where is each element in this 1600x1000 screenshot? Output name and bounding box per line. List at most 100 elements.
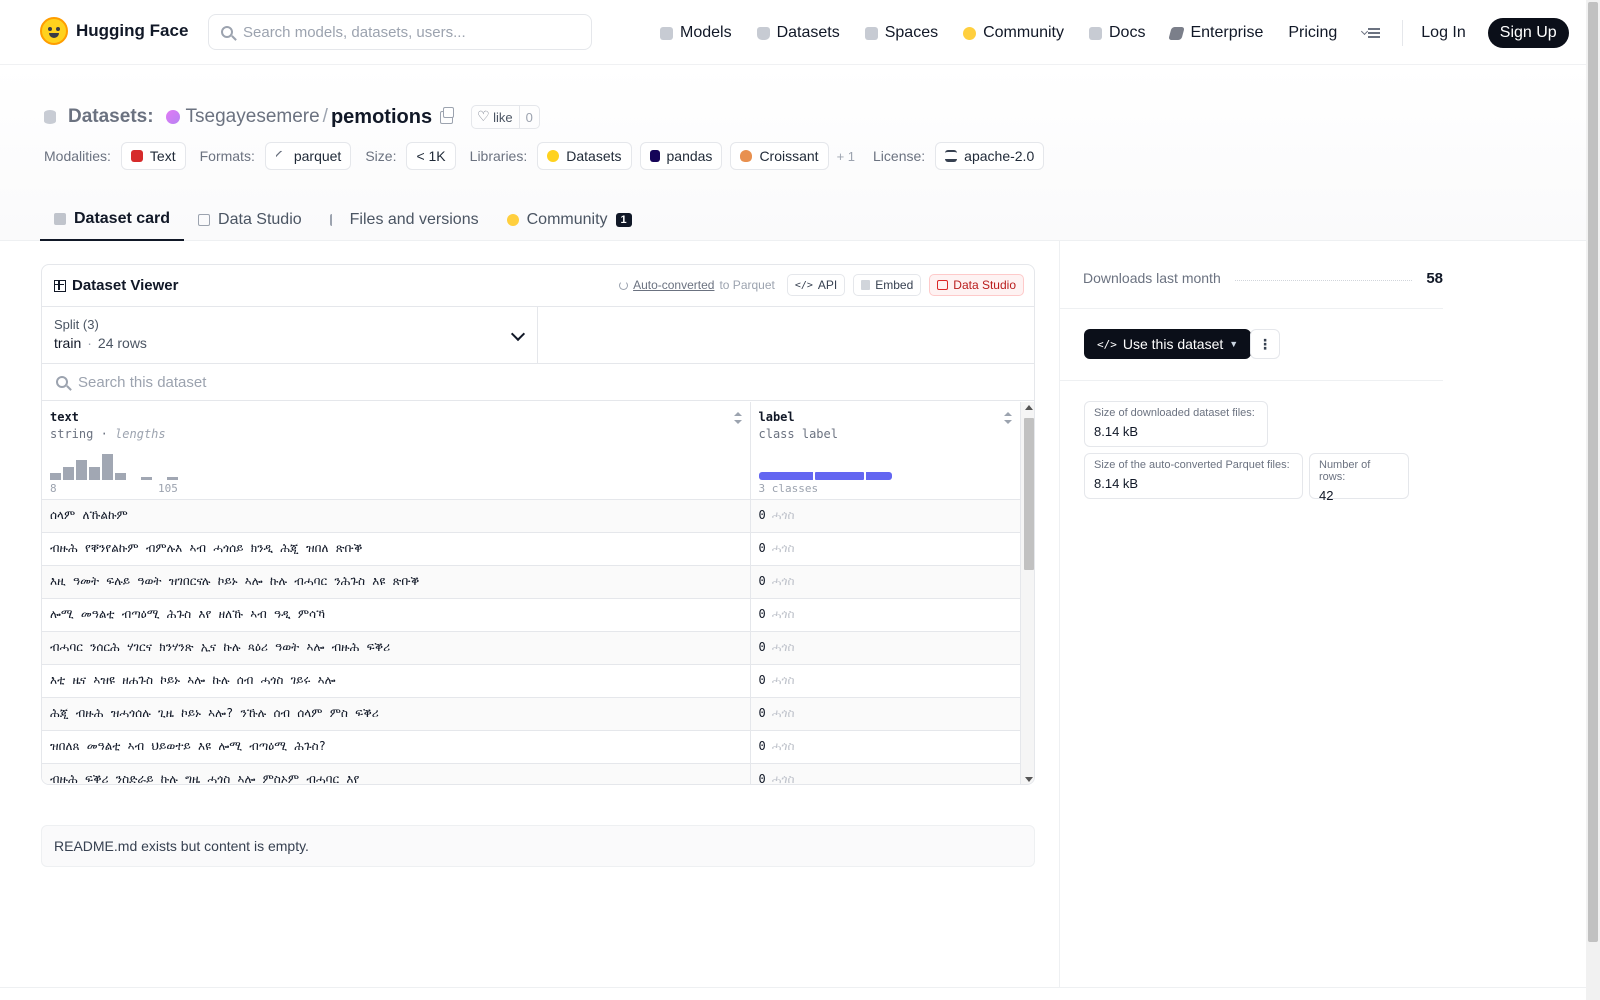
histogram-bar[interactable] [102, 454, 113, 480]
cell-label[interactable]: 0 ሓጎስ [750, 697, 1020, 731]
tab-community[interactable]: Community 1 [493, 198, 646, 241]
tag-text[interactable]: Text [120, 142, 186, 170]
histogram-bar[interactable] [167, 477, 178, 480]
copy-icon[interactable] [440, 106, 455, 124]
dataset-search[interactable] [42, 364, 1034, 401]
nav-community[interactable]: Community [963, 19, 1064, 47]
column-header-text[interactable]: text string · lengths 8 105 [42, 402, 751, 500]
scrollbar-thumb[interactable] [1024, 418, 1034, 570]
tab-dataset-card[interactable]: Dataset card [40, 198, 185, 241]
cell-label[interactable]: 0 ሓጎስ [750, 631, 1020, 665]
community-count-badge: 1 [615, 212, 632, 227]
nav-docs[interactable]: Docs [1089, 19, 1145, 47]
histogram-bar[interactable] [76, 460, 87, 480]
downloads-sparkline [1234, 279, 1413, 281]
cell-label[interactable]: 0 ሓጎስ [750, 598, 1020, 632]
api-button[interactable]: </> API [786, 274, 846, 296]
cell-label[interactable]: 0 ሓጎስ [750, 499, 1020, 533]
nav-spaces[interactable]: Spaces [864, 19, 938, 47]
repo-name[interactable]: pemotions [331, 106, 432, 129]
cell-text[interactable]: ብዙሕ የቐንየልኩም ብምሉእ ኣብ ሓጎሰይ ክንዲ ሕጂ ዝበለ ጽቡቕ [42, 532, 751, 566]
nav-datasets[interactable]: Datasets [756, 19, 840, 47]
table-row[interactable]: እዚ ዓመት ፍሉይ ዓወት ዝገበርናሉ ኮይኑ ኣሎ ኩሉ ብሓባር ንሕጉ… [42, 565, 1020, 599]
histogram-bar[interactable] [63, 467, 74, 480]
split-selector[interactable]: Split (3) train · 24 rows [42, 307, 538, 363]
length-histogram[interactable] [50, 452, 190, 480]
embed-button[interactable]: Embed [853, 274, 922, 296]
data-studio-button[interactable]: Data Studio [929, 274, 1024, 296]
table-row[interactable]: ዝበለጸ መዓልቲ ኣብ ህይወተይ እዩ ሎሚ ብጣዕሚ ሕጉስ? 0 ሓጎስ [42, 730, 1020, 764]
table-row[interactable]: ሎሚ መዓልቲ ብጣዕሚ ሕጉስ እየ ዘለኹ ኣብ ዓዲ ምሳኻ 0 ሓጎስ [42, 598, 1020, 632]
like-button[interactable]: like 0 [471, 105, 540, 129]
more-menu-icon[interactable] [1362, 27, 1381, 39]
auto-converted-link[interactable]: Auto-converted [633, 278, 714, 292]
like-toggle[interactable]: like [472, 106, 520, 128]
histogram-bar[interactable] [115, 473, 126, 480]
tab-data-studio[interactable]: Data Studio [184, 198, 316, 241]
global-search-input[interactable] [243, 23, 573, 41]
cell-label[interactable]: 0 ሓጎስ [750, 730, 1020, 764]
dataset-search-input[interactable] [78, 373, 408, 391]
brand-logo[interactable]: Hugging Face [40, 17, 188, 45]
cell-text[interactable]: ሰላም ለኹልኩም [42, 499, 751, 533]
datasets-breadcrumb[interactable]: Datasets: [68, 106, 154, 128]
split-separator: · [87, 335, 92, 351]
table-row[interactable]: ሰላም ለኹልኩም 0 ሓጎስ [42, 499, 1020, 533]
owner-link[interactable]: Tsegayesemere [186, 106, 320, 128]
tag-license[interactable]: apache-2.0 [935, 142, 1045, 170]
tag-parquet[interactable]: parquet [264, 142, 352, 170]
class-segment[interactable] [758, 472, 813, 480]
cell-label[interactable]: 0 ሓጎስ [750, 763, 1020, 784]
login-link[interactable]: Log In [1421, 24, 1465, 42]
tag-pandas[interactable]: pandas [639, 142, 723, 170]
use-dataset-button[interactable]: </> Use this dataset ▼ [1084, 329, 1252, 359]
scroll-down-icon[interactable] [1025, 777, 1033, 782]
cell-text[interactable]: እዚ ዓመት ፍሉይ ዓወት ዝገበርናሉ ኮይኑ ኣሎ ኩሉ ብሓባር ንሕጉ… [42, 565, 751, 599]
page-scrollbar-thumb[interactable] [1588, 2, 1598, 942]
class-segment[interactable] [865, 472, 892, 480]
more-libraries[interactable]: + 1 [837, 149, 855, 164]
page-scrollbar[interactable] [1586, 0, 1600, 1000]
table-row[interactable]: ብዙሕ ፍቕሪ ንስድራይ ኩሉ ግዜ ሓጎስ ኣሎ ምስኦም ብሓባር እየ 0… [42, 763, 1020, 784]
docs-icon [1089, 26, 1102, 40]
refresh-icon [619, 280, 629, 290]
table-row[interactable]: ሕጂ ብዙሕ ዝሓጎሰሉ ጊዜ ኮይኑ ኣሎ? ንኹሉ ሰብ ሰላም ምስ ፍቕ… [42, 697, 1020, 731]
tag-size-label: < 1K [416, 148, 446, 164]
cell-label[interactable]: 0 ሓጎስ [750, 664, 1020, 698]
histogram-bar[interactable] [141, 477, 152, 480]
global-search[interactable] [208, 14, 592, 50]
tag-datasets-lib[interactable]: Datasets [537, 142, 632, 170]
cell-text[interactable]: እቲ ዜና ኣዝዩ ዘሐጉስ ኮይኑ ኣሎ ኩሉ ሰብ ሓጎስ ገይሩ ኣሎ [42, 664, 751, 698]
table-row[interactable]: እቲ ዜና ኣዝዩ ዘሐጉስ ኮይኑ ኣሎ ኩሉ ሰብ ሓጎስ ገይሩ ኣሎ 0 ሓ… [42, 664, 1020, 698]
signup-button[interactable]: Sign Up [1487, 18, 1569, 48]
downloads-value: 58 [1426, 269, 1443, 287]
cell-text[interactable]: ሕጂ ብዙሕ ዝሓጎሰሉ ጊዜ ኮይኑ ኣሎ? ንኹሉ ሰብ ሰላም ምስ ፍቕ… [42, 697, 751, 731]
column-header-label[interactable]: label class label 3 classes [750, 402, 1020, 500]
sort-icon[interactable] [733, 412, 742, 424]
like-count[interactable]: 0 [520, 110, 539, 125]
nav-enterprise[interactable]: Enterprise [1168, 19, 1263, 47]
more-options-button[interactable]: ⋮ [1250, 329, 1280, 359]
sort-icon[interactable] [1004, 412, 1012, 424]
class-distribution-bar[interactable] [758, 472, 892, 480]
cell-label[interactable]: 0 ሓጎስ [750, 532, 1020, 566]
histogram-bar[interactable] [50, 473, 61, 480]
cell-text[interactable]: ብሓባር ንሰርሕ ሃገርና ክንሃንጽ ኢና ኩሉ ጻዕሪ ዓወት ኣሎ ብዙ… [42, 631, 751, 665]
nav-models[interactable]: Models [660, 19, 732, 47]
table-scrollbar[interactable] [1020, 402, 1034, 784]
tag-size[interactable]: < 1K [406, 142, 456, 170]
column-name: text [50, 410, 79, 424]
size-label: Size: [365, 148, 397, 164]
tag-croissant[interactable]: Croissant [730, 142, 829, 170]
table-row[interactable]: ብዙሕ የቐንየልኩም ብምሉእ ኣብ ሓጎሰይ ክንዲ ሕጂ ዝበለ ጽቡቕ 0… [42, 532, 1020, 566]
nav-pricing[interactable]: Pricing [1288, 19, 1337, 47]
cell-text[interactable]: ሎሚ መዓልቲ ብጣዕሚ ሕጉስ እየ ዘለኹ ኣብ ዓዲ ምሳኻ [42, 598, 751, 632]
cell-label[interactable]: 0 ሓጎስ [750, 565, 1020, 599]
cell-text[interactable]: ዝበለጸ መዓልቲ ኣብ ህይወተይ እዩ ሎሚ ብጣዕሚ ሕጉስ? [42, 730, 751, 764]
scroll-up-icon[interactable] [1025, 405, 1033, 410]
table-row[interactable]: ብሓባር ንሰርሕ ሃገርና ክንሃንጽ ኢና ኩሉ ጻዕሪ ዓወት ኣሎ ብዙ… [42, 631, 1020, 665]
histogram-bar[interactable] [89, 467, 100, 480]
class-segment[interactable] [814, 472, 864, 480]
tab-files[interactable]: Files and versions [316, 198, 493, 241]
cell-text[interactable]: ብዙሕ ፍቕሪ ንስድራይ ኩሉ ግዜ ሓጎስ ኣሎ ምስኦም ብሓባር እየ [42, 763, 751, 784]
